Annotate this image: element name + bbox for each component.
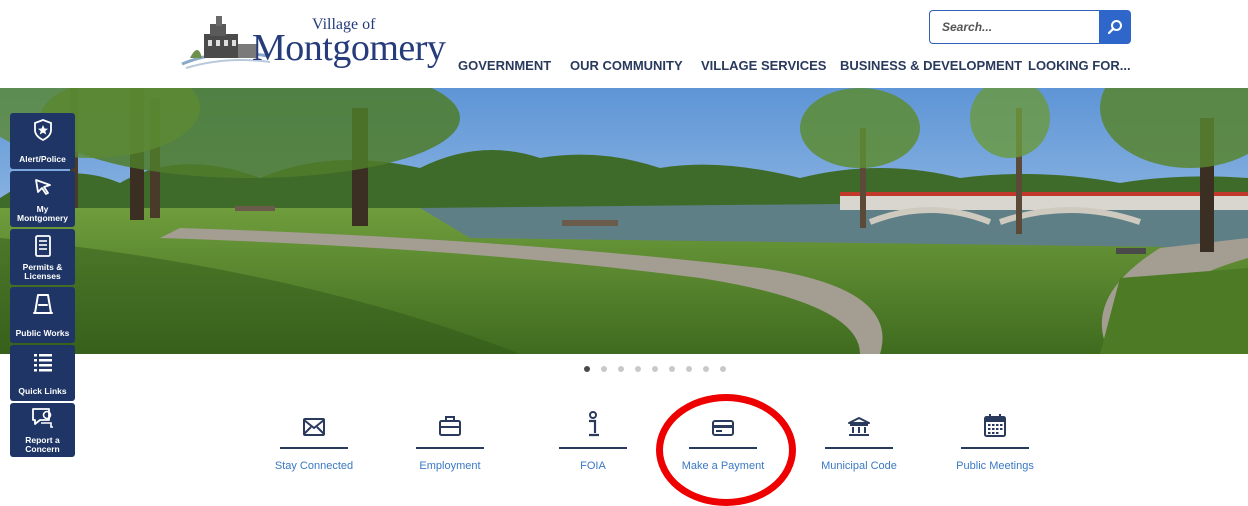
nav-government[interactable]: GOVERNMENT	[458, 58, 551, 73]
rail-quick-links[interactable]: Quick Links	[10, 345, 75, 401]
slide-dot[interactable]	[669, 366, 675, 372]
calendar-icon	[984, 414, 1006, 437]
cursor-arrow-icon	[34, 179, 51, 195]
rail-label: My Montgomery	[17, 204, 68, 223]
chat-icon	[31, 408, 53, 428]
bank-icon	[848, 417, 870, 436]
road-icon	[32, 294, 53, 314]
rail-label: Permits & Licenses	[22, 262, 63, 281]
logo-title: Montgomery	[252, 27, 446, 69]
highlight-circle-annotation	[656, 394, 796, 506]
slide-dot[interactable]	[686, 366, 692, 372]
slide-dot[interactable]	[703, 366, 709, 372]
nav-our-community[interactable]: OUR COMMUNITY	[570, 58, 683, 73]
rail-alert-police[interactable]: Alert/Police	[10, 113, 75, 169]
quick-link-label: FOIA	[580, 460, 606, 472]
rail-label: Quick Links	[18, 386, 67, 396]
slide-dot[interactable]	[618, 366, 624, 372]
info-icon	[589, 411, 599, 437]
slide-dot-active[interactable]	[584, 366, 590, 372]
rail-label: Report a Concern	[25, 435, 60, 454]
slide-dot[interactable]	[635, 366, 641, 372]
nav-looking-for[interactable]: LOOKING FOR...	[1028, 58, 1131, 73]
slide-dot[interactable]	[652, 366, 658, 372]
search-input[interactable]	[929, 10, 1099, 44]
site-header: Village of Montgomery GOVERNMENT OUR COM…	[0, 0, 1248, 88]
slide-dot[interactable]	[601, 366, 607, 372]
slide-dot[interactable]	[720, 366, 726, 372]
rail-label: Public Works	[15, 328, 70, 338]
nav-village-services[interactable]: VILLAGE SERVICES	[701, 58, 826, 73]
quick-link-label: Stay Connected	[274, 460, 354, 472]
rail-label: Alert/Police	[19, 154, 66, 164]
rail-my-montgomery[interactable]: My Montgomery	[10, 171, 75, 227]
hero-slideshow-image[interactable]	[0, 88, 1248, 354]
quick-link-label: Employment	[419, 460, 481, 472]
search-box	[929, 10, 1131, 44]
quick-link-underline	[825, 447, 893, 449]
shield-star-icon	[33, 119, 52, 141]
list-icon	[33, 354, 52, 372]
quick-link-underline	[416, 447, 484, 449]
search-button[interactable]	[1099, 10, 1131, 44]
quick-link-label: Public Meetings	[956, 460, 1034, 472]
document-icon	[34, 235, 51, 257]
search-icon	[1107, 20, 1122, 35]
park-photo	[0, 88, 1248, 354]
nav-business-development[interactable]: BUSINESS & DEVELOPMENT	[840, 58, 1022, 73]
quick-link-label: Municipal Code	[821, 460, 897, 472]
envelope-icon	[303, 418, 325, 436]
quick-link-underline	[559, 447, 627, 449]
quick-link-underline	[961, 447, 1029, 449]
quick-link-underline	[280, 447, 348, 449]
briefcase-icon	[439, 416, 461, 436]
rail-report-concern[interactable]: Report a Concern	[10, 403, 75, 457]
village-logo[interactable]: Village of Montgomery	[180, 12, 446, 70]
rail-permits-licenses[interactable]: Permits & Licenses	[10, 229, 75, 285]
rail-public-works[interactable]: Public Works	[10, 287, 75, 343]
